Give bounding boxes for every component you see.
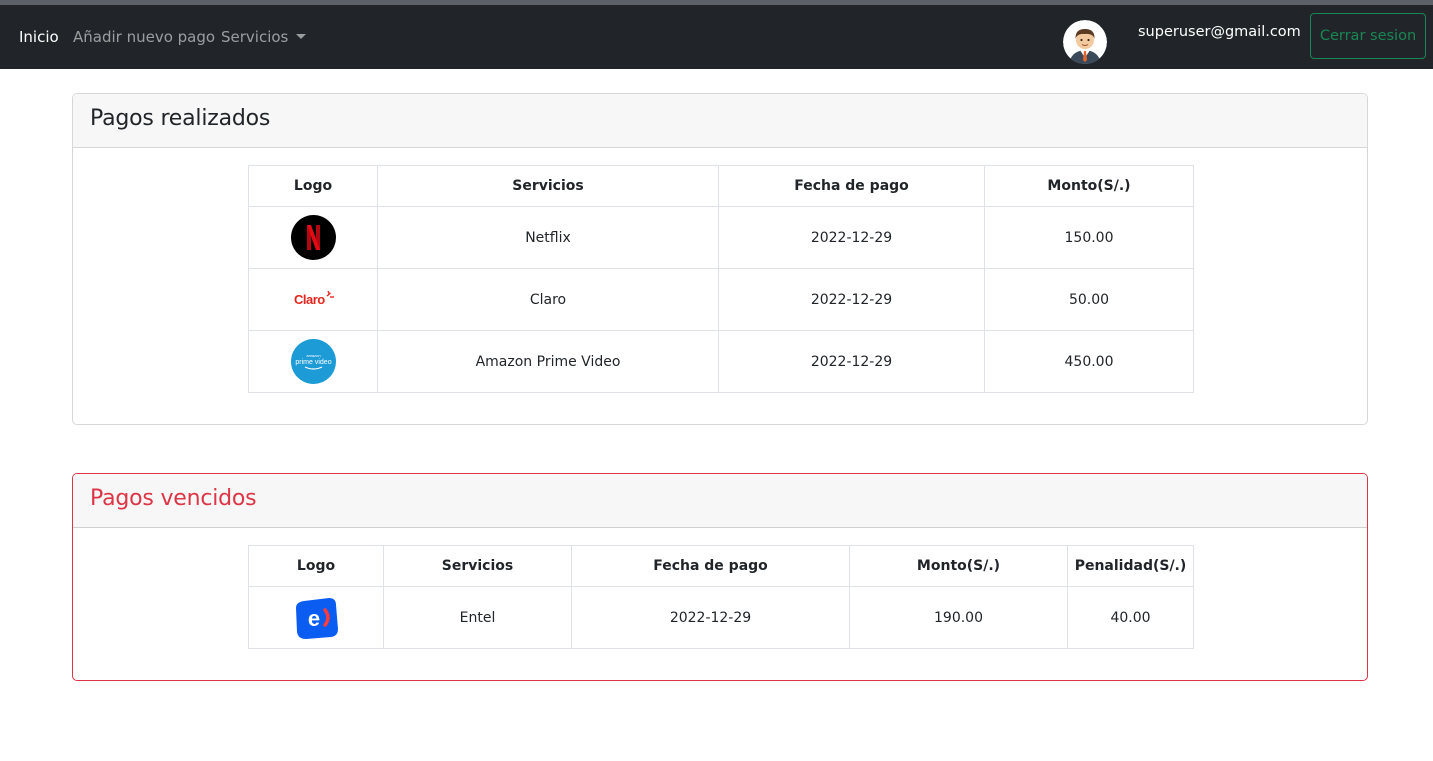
user-email: superuser@gmail.com bbox=[1138, 24, 1301, 40]
column-header-penalty: Penalidad(S/.) bbox=[1067, 545, 1194, 587]
column-header-services: Servicios bbox=[377, 165, 719, 207]
table-row: amazon prime video Amazon Prime Video 20… bbox=[248, 330, 1194, 393]
logo-cell: e bbox=[248, 586, 384, 649]
payment-date: 2022-12-29 bbox=[718, 330, 985, 393]
column-header-logo: Logo bbox=[248, 165, 378, 207]
svg-text:amazon: amazon bbox=[306, 353, 320, 358]
paid-payments-table: Logo Servicios Fecha de pago Monto(S/.) bbox=[248, 165, 1194, 393]
nav-link-inicio[interactable]: Inicio bbox=[19, 27, 59, 47]
table-row: Netflix 2022-12-29 150.00 bbox=[248, 206, 1194, 269]
table-row: Claro Claro 2022-12-29 50.00 bbox=[248, 268, 1194, 331]
payment-date: 2022-12-29 bbox=[571, 586, 850, 649]
column-header-amount: Monto(S/.) bbox=[849, 545, 1068, 587]
column-header-date: Fecha de pago bbox=[571, 545, 850, 587]
netflix-logo bbox=[290, 215, 336, 260]
table-header-row: Logo Servicios Fecha de pago Monto(S/.) … bbox=[248, 545, 1194, 587]
entel-logo: e bbox=[294, 595, 339, 640]
payment-amount: 190.00 bbox=[849, 586, 1068, 649]
avatar[interactable] bbox=[1063, 20, 1107, 64]
column-header-amount: Monto(S/.) bbox=[984, 165, 1194, 207]
svg-text:prime video: prime video bbox=[295, 359, 331, 366]
navbar: Inicio Añadir nuevo pago Servicios super… bbox=[0, 5, 1433, 69]
column-header-services: Servicios bbox=[383, 545, 572, 587]
payment-amount: 450.00 bbox=[984, 330, 1194, 393]
service-name: Entel bbox=[383, 586, 572, 649]
paid-payments-card: Pagos realizados Logo Servicios Fecha de… bbox=[72, 93, 1368, 425]
payment-penalty: 40.00 bbox=[1067, 586, 1194, 649]
service-name: Claro bbox=[377, 268, 719, 331]
card-header: Pagos vencidos bbox=[73, 474, 1367, 528]
column-header-logo: Logo bbox=[248, 545, 384, 587]
service-name: Netflix bbox=[377, 206, 719, 269]
payment-date: 2022-12-29 bbox=[718, 268, 985, 331]
payment-amount: 150.00 bbox=[984, 206, 1194, 269]
prime-video-logo: amazon prime video bbox=[290, 339, 336, 384]
overdue-payments-card: Pagos vencidos Logo Servicios Fecha de p… bbox=[72, 473, 1368, 681]
logout-button[interactable]: Cerrar sesion bbox=[1310, 13, 1426, 59]
nav-link-add-payment[interactable]: Añadir nuevo pago bbox=[73, 27, 215, 47]
svg-text:Claro: Claro bbox=[294, 292, 325, 307]
logo-cell: amazon prime video bbox=[248, 330, 378, 393]
nav-dropdown-services-label: Servicios bbox=[221, 28, 289, 46]
table-row: e Entel 2022-12-29 190.00 40.00 bbox=[248, 586, 1194, 649]
payment-amount: 50.00 bbox=[984, 268, 1194, 331]
svg-text:e: e bbox=[307, 606, 319, 631]
service-name: Amazon Prime Video bbox=[377, 330, 719, 393]
payment-date: 2022-12-29 bbox=[718, 206, 985, 269]
nav-dropdown-services[interactable]: Servicios bbox=[221, 27, 307, 47]
overdue-payments-title: Pagos vencidos bbox=[90, 486, 257, 511]
overdue-payments-table: Logo Servicios Fecha de pago Monto(S/.) … bbox=[248, 545, 1194, 649]
card-header: Pagos realizados bbox=[73, 94, 1367, 148]
column-header-date: Fecha de pago bbox=[718, 165, 985, 207]
logo-cell: Claro bbox=[248, 268, 378, 331]
logo-cell bbox=[248, 206, 378, 269]
chevron-down-icon bbox=[296, 34, 307, 39]
claro-logo: Claro bbox=[291, 277, 336, 322]
paid-payments-title: Pagos realizados bbox=[90, 106, 271, 131]
table-header-row: Logo Servicios Fecha de pago Monto(S/.) bbox=[248, 165, 1194, 207]
